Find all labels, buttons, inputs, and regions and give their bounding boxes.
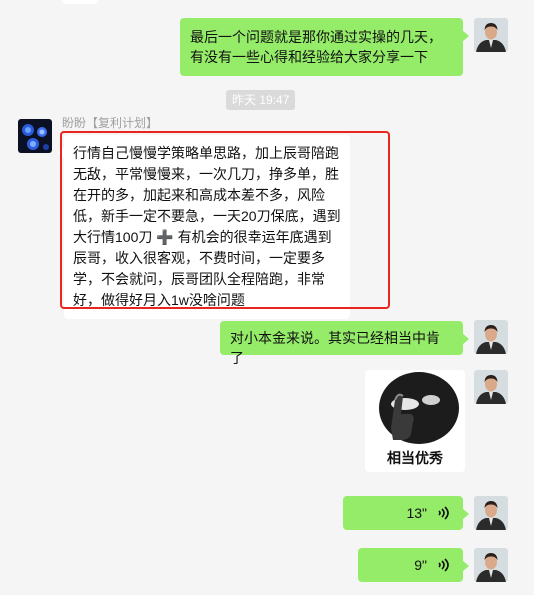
sender-avatar[interactable] xyxy=(18,119,52,153)
my-avatar[interactable] xyxy=(474,548,508,582)
my-message-comment[interactable]: 对小本金来说。其实已经相当中肯了 xyxy=(220,321,469,366)
voice-duration: 13" xyxy=(406,505,427,521)
voice-wave-icon xyxy=(438,558,449,572)
sticker-image[interactable]: 相当优秀 xyxy=(365,370,465,472)
my-avatar[interactable] xyxy=(474,18,508,52)
sticker-caption: 相当优秀 xyxy=(387,450,443,466)
thumbs-up-meme-icon xyxy=(365,370,465,450)
highlight-box xyxy=(60,131,390,309)
voice-message-9s[interactable]: 9" xyxy=(358,548,469,582)
my-message-question[interactable]: 最后一个问题就是那你通过实操的几天，有没有一些心得和经验给大家分享一下 xyxy=(180,18,469,76)
my-avatar[interactable] xyxy=(474,320,508,354)
sender-name: 盼盼【复利计划】 xyxy=(62,116,159,130)
voice-duration: 9" xyxy=(414,557,427,573)
my-avatar[interactable] xyxy=(474,496,508,530)
voice-wave-icon xyxy=(438,506,449,520)
timestamp-chip: 昨天 19:47 xyxy=(226,90,296,110)
previous-message-bubble xyxy=(62,0,98,4)
voice-message-13s[interactable]: 13" xyxy=(343,496,469,530)
my-avatar[interactable] xyxy=(474,370,508,404)
